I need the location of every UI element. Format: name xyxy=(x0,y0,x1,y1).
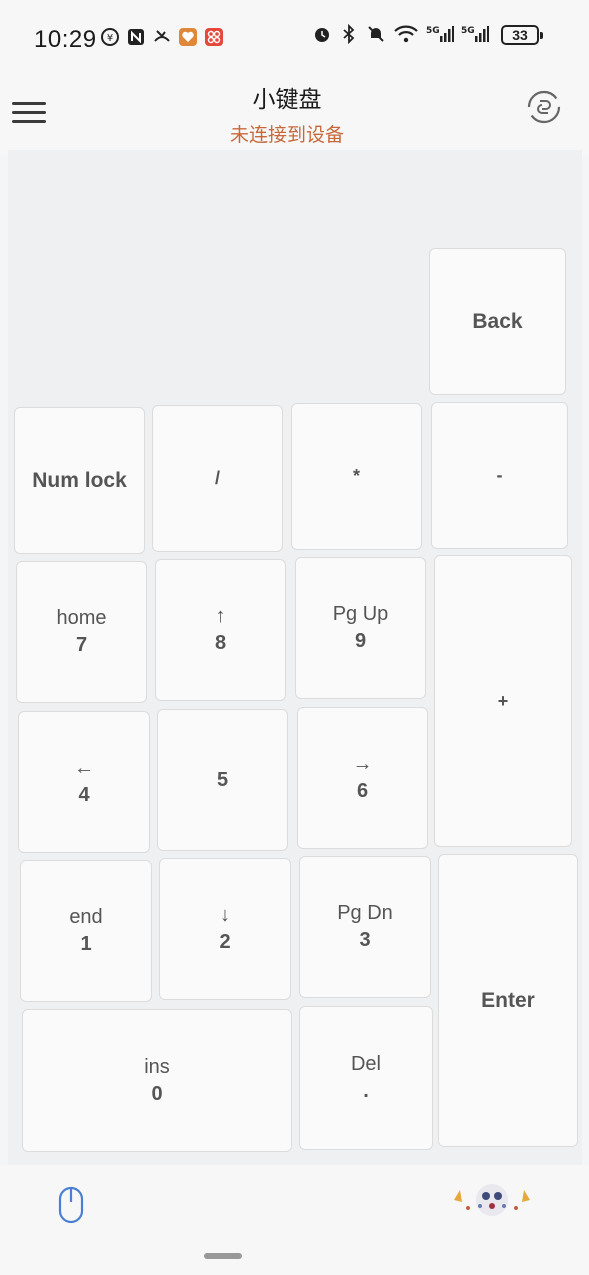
health-app-icon xyxy=(179,28,197,46)
key-1[interactable]: end 1 xyxy=(20,860,152,1002)
key-label: * xyxy=(352,466,360,486)
home-indicator xyxy=(204,1253,242,1259)
key-5[interactable]: 5 xyxy=(157,709,288,851)
key-secondary-label: home xyxy=(56,607,107,629)
svg-text:5G: 5G xyxy=(426,26,440,36)
key-8[interactable]: ↑ 8 xyxy=(155,559,286,701)
key-6[interactable]: → 6 xyxy=(297,707,428,849)
key-label: 2 xyxy=(219,931,231,953)
key-label: - xyxy=(496,465,503,485)
svg-text:¥: ¥ xyxy=(107,33,113,44)
key-del[interactable]: Del . xyxy=(299,1006,433,1150)
key-secondary-label: ← xyxy=(74,757,94,779)
key-secondary-label: Pg Dn xyxy=(337,902,393,924)
key-label: 3 xyxy=(359,929,371,951)
key-label: 9 xyxy=(354,630,367,652)
signal-5g-icon: 5G xyxy=(426,26,454,42)
alarm-icon xyxy=(315,28,329,42)
key-label: 1 xyxy=(80,933,92,955)
key-multiply[interactable]: * xyxy=(291,403,422,550)
key-label: 8 xyxy=(214,632,227,654)
key-secondary-label: Pg Up xyxy=(332,603,389,625)
key-label: 6 xyxy=(356,780,369,802)
mute-icon xyxy=(368,26,384,42)
key-label: Back xyxy=(472,309,523,333)
sync-icon[interactable] xyxy=(526,89,562,125)
battery-indicator: 33 xyxy=(501,25,543,45)
key-label: 7 xyxy=(75,634,88,656)
key-back[interactable]: Back xyxy=(429,248,566,395)
key-plus[interactable]: + xyxy=(434,555,572,847)
svg-text:5G: 5G xyxy=(461,26,475,36)
avatar-icon[interactable] xyxy=(448,1180,536,1220)
key-3[interactable]: Pg Dn 3 xyxy=(299,856,431,998)
key-divide[interactable]: / xyxy=(152,405,283,552)
key-2[interactable]: ↓ 2 xyxy=(159,858,291,1000)
key-minus[interactable]: - xyxy=(431,402,568,549)
key-4[interactable]: ← 4 xyxy=(18,711,150,853)
nfc-icon xyxy=(128,29,144,45)
key-secondary-label: ins xyxy=(144,1055,170,1078)
key-label: Enter xyxy=(481,988,535,1012)
key-label: 0 xyxy=(151,1082,163,1105)
key-label: . xyxy=(363,1080,369,1102)
missed-call-icon xyxy=(154,30,170,42)
key-label: 5 xyxy=(216,768,229,791)
app-icon xyxy=(205,28,223,46)
key-7[interactable]: home 7 xyxy=(16,561,147,703)
key-label: Num lock xyxy=(32,468,127,492)
key-secondary-label: Del xyxy=(350,1053,381,1075)
connection-status: 未连接到设备 xyxy=(229,124,344,146)
wifi-icon xyxy=(394,25,418,43)
status-right-icons: 5G 5G xyxy=(312,24,489,44)
page-title: 小键盘 xyxy=(252,87,322,113)
key-secondary-label: ↑ xyxy=(215,605,226,627)
key-enter[interactable]: Enter xyxy=(438,854,578,1147)
key-0[interactable]: ins 0 xyxy=(22,1009,292,1152)
key-numlock[interactable]: Num lock xyxy=(14,407,145,554)
status-time: 10:29 xyxy=(34,26,97,53)
mouse-icon[interactable] xyxy=(57,1186,85,1224)
key-label: + xyxy=(497,690,509,711)
key-9[interactable]: Pg Up 9 xyxy=(295,557,426,699)
key-secondary-label: ↓ xyxy=(220,904,230,926)
key-label: / xyxy=(214,468,220,488)
key-secondary-label: end xyxy=(69,906,103,928)
key-label: 4 xyxy=(78,784,90,806)
key-secondary-label: → xyxy=(352,753,373,775)
status-left-icons: ¥ xyxy=(100,27,224,47)
status-bar: 10:29 ¥ 5G 5G 33 xyxy=(0,0,589,80)
currency-icon: ¥ xyxy=(101,28,119,46)
bluetooth-icon xyxy=(343,24,355,44)
signal-5g-icon: 5G xyxy=(461,26,489,42)
